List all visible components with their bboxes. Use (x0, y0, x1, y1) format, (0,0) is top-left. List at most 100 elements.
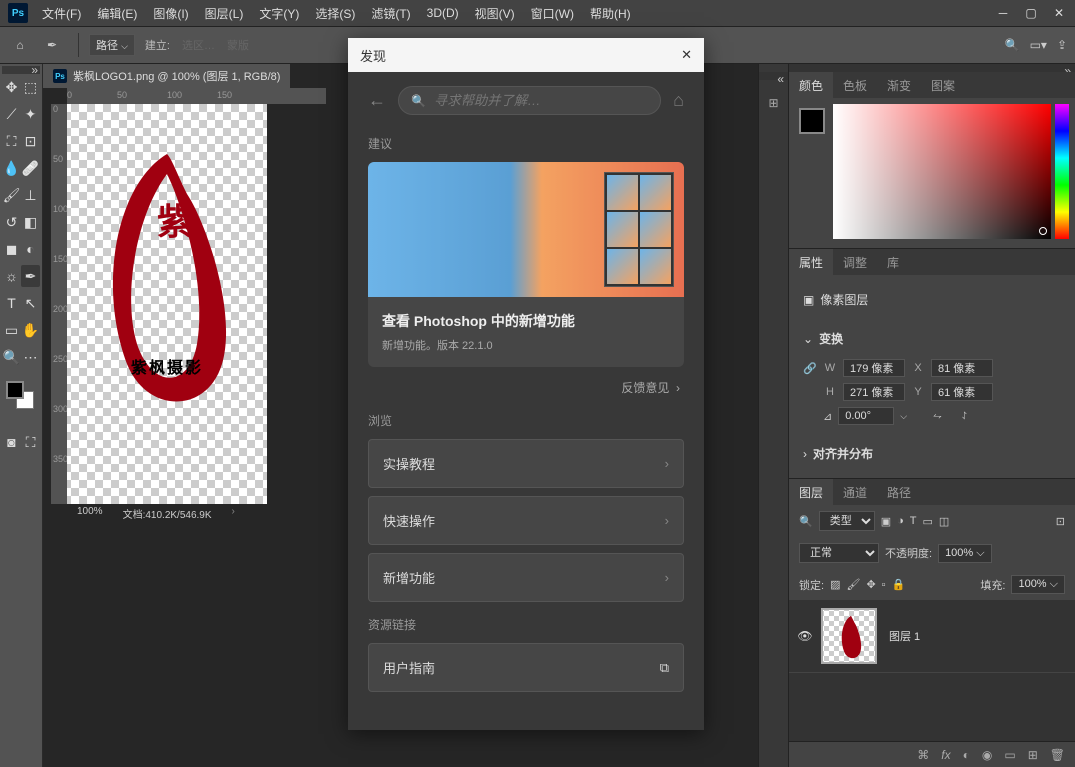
stamp-tool[interactable]: ⊥ (21, 184, 40, 206)
eyedropper-tool[interactable]: 💧 (2, 157, 21, 179)
delete-icon[interactable]: 🗑 (1050, 748, 1065, 762)
user-guide-item[interactable]: 用户指南⧉ (368, 643, 684, 692)
new-features-item[interactable]: 新增功能 (368, 553, 684, 602)
menu-help[interactable]: 帮助(H) (582, 2, 639, 25)
edit-toolbar[interactable]: ⋯ (21, 346, 40, 368)
path-mode-select[interactable]: 路径 ⌵ (89, 34, 135, 56)
tab-adjust[interactable]: 调整 (833, 249, 877, 276)
dodge-tool[interactable]: ☼ (2, 265, 21, 287)
new-layer-icon[interactable]: ⊞ (1028, 748, 1038, 762)
filter-smart-icon[interactable]: ◫ (939, 515, 949, 528)
selection-option[interactable]: 选区… (182, 37, 215, 53)
color-picker[interactable] (833, 104, 1051, 239)
y-input[interactable] (931, 383, 993, 401)
color-swatches[interactable] (2, 381, 40, 417)
side-icon[interactable]: ⊞ (768, 96, 778, 110)
lock-all-icon[interactable]: 🔒 (892, 578, 906, 591)
layer-row[interactable]: 👁 图层 1 (789, 600, 1075, 673)
search-input[interactable] (434, 93, 648, 108)
search-icon[interactable]: 🔍 (1005, 38, 1020, 52)
adjustment-icon[interactable]: ◉ (982, 748, 992, 762)
layer-name[interactable]: 图层 1 (889, 628, 920, 644)
suggestion-card[interactable]: 查看 Photoshop 中的新增功能 新增功能。版本 22.1.0 (368, 162, 684, 367)
angle-input[interactable] (838, 407, 894, 425)
height-input[interactable] (843, 383, 905, 401)
quickmask-tool[interactable]: ◙ (2, 431, 21, 453)
menu-filter[interactable]: 滤镜(T) (363, 2, 418, 25)
brush-tool[interactable]: 🖌 (2, 184, 21, 206)
tab-channels[interactable]: 通道 (833, 479, 877, 506)
link-icon[interactable]: 🔗 (803, 362, 817, 375)
gradient-tool[interactable]: ◼ (2, 238, 21, 260)
visibility-icon[interactable]: 👁 (793, 629, 817, 643)
lock-trans-icon[interactable]: ▨ (830, 578, 840, 591)
tab-library[interactable]: 库 (877, 249, 909, 276)
close-icon[interactable]: ✕ (681, 47, 692, 63)
shape-tool[interactable]: ▭ (2, 319, 21, 341)
toolbox-collapse[interactable]: » (2, 66, 40, 74)
flip-v-icon[interactable]: ⥌ (962, 410, 967, 423)
chevron-down-icon[interactable]: ⌄ (803, 332, 813, 346)
lasso-tool[interactable]: ⟋ (2, 103, 21, 125)
mask-icon[interactable]: ◐ (963, 748, 970, 762)
foreground-swatch[interactable] (799, 108, 825, 134)
fx-icon[interactable]: fx (941, 748, 950, 762)
tab-properties[interactable]: 属性 (789, 249, 833, 276)
minimize-button[interactable]: ─ (989, 2, 1017, 24)
hue-slider[interactable] (1055, 104, 1069, 239)
link-layers-icon[interactable]: ⌘ (917, 748, 929, 762)
text-tool[interactable]: T (2, 292, 21, 314)
menu-edit[interactable]: 编辑(E) (89, 2, 145, 25)
canvas[interactable]: 紫 紫枫摄影 (67, 104, 267, 504)
filter-adj-icon[interactable]: ◑ (897, 515, 904, 527)
filter-toggle-icon[interactable]: ⊡ (1056, 515, 1065, 528)
lock-art-icon[interactable]: ▫ (882, 579, 886, 591)
frame-tool[interactable]: ⊡ (21, 130, 40, 152)
opacity-value[interactable]: 100% ⌵ (938, 544, 992, 563)
layer-thumbnail[interactable] (821, 608, 877, 664)
healing-tool[interactable]: 🩹 (21, 157, 40, 179)
workspace-icon[interactable]: ▭▾ (1030, 38, 1047, 52)
path-select-tool[interactable]: ↖ (21, 292, 40, 314)
filter-text-icon[interactable]: T (910, 515, 917, 527)
home-icon[interactable]: ⌂ (8, 33, 32, 57)
search-box[interactable]: 🔍 (398, 86, 661, 115)
filter-type-select[interactable]: 类型 (819, 511, 875, 531)
chevron-right-icon[interactable]: › (803, 447, 807, 461)
zoom-tool[interactable]: 🔍 (2, 346, 21, 368)
pen-tool[interactable]: ✒ (21, 265, 40, 287)
blur-tool[interactable]: ◐ (21, 238, 40, 260)
marquee-tool[interactable]: ⬚ (21, 76, 40, 98)
document-tab[interactable]: Ps 紫枫LOGO1.png @ 100% (图层 1, RGB/8) (43, 64, 290, 88)
menu-layer[interactable]: 图层(L) (197, 2, 252, 25)
menu-image[interactable]: 图像(I) (145, 2, 196, 25)
blend-mode-select[interactable]: 正常 (799, 543, 879, 563)
home-icon[interactable]: ⌂ (673, 90, 684, 111)
tab-paths[interactable]: 路径 (877, 479, 921, 506)
back-icon[interactable]: ← (368, 90, 386, 111)
eraser-tool[interactable]: ◧ (21, 211, 40, 233)
tab-gradient[interactable]: 渐变 (877, 72, 921, 99)
menu-view[interactable]: 视图(V) (467, 2, 523, 25)
lock-paint-icon[interactable]: 🖌 (846, 578, 860, 591)
tab-pattern[interactable]: 图案 (921, 72, 965, 99)
tab-layers[interactable]: 图层 (789, 479, 833, 506)
close-button[interactable]: ✕ (1045, 2, 1073, 24)
width-input[interactable] (843, 359, 905, 377)
filter-shape-icon[interactable]: ▭ (923, 515, 933, 528)
maximize-button[interactable]: ▢ (1017, 2, 1045, 24)
menu-file[interactable]: 文件(F) (34, 2, 89, 25)
menu-window[interactable]: 窗口(W) (523, 2, 582, 25)
hand-tool[interactable]: ✋ (21, 319, 40, 341)
move-tool[interactable]: ✥ (2, 76, 21, 98)
x-input[interactable] (931, 359, 993, 377)
pen-tool-icon[interactable]: ✒ (40, 33, 64, 57)
feedback-link[interactable]: 反馈意见 › (372, 379, 680, 396)
tutorial-item[interactable]: 实操教程 (368, 439, 684, 488)
group-icon[interactable]: ▭ (1004, 748, 1015, 762)
tab-color[interactable]: 颜色 (789, 72, 833, 99)
flip-h-icon[interactable]: ⥊ (933, 410, 942, 423)
menu-3d[interactable]: 3D(D) (419, 3, 467, 23)
lock-pos-icon[interactable]: ✥ (866, 578, 875, 591)
filter-img-icon[interactable]: ▣ (881, 515, 891, 528)
